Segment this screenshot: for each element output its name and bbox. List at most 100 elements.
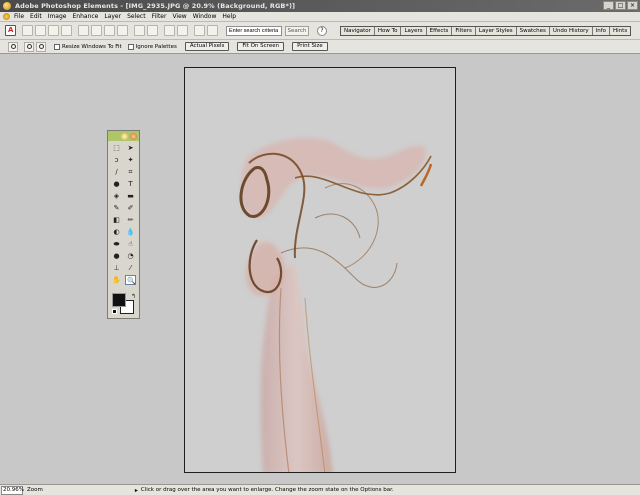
dodge-tool-icon[interactable]: ◔ xyxy=(125,251,136,261)
crop-tool-icon[interactable]: ⌗ xyxy=(125,167,136,177)
default-colors-icon[interactable] xyxy=(112,309,117,314)
menu-filter[interactable]: Filter xyxy=(152,13,167,20)
window-controls: _ □ × xyxy=(603,1,638,10)
tab-filters[interactable]: Filters xyxy=(452,27,476,35)
status-arrow-icon[interactable]: ▸ xyxy=(135,487,138,494)
color-swatches: ↰ xyxy=(112,293,136,315)
tab-info[interactable]: Info xyxy=(592,27,611,35)
options-bar: Resize Windows To Fit Ignore Palettes Ac… xyxy=(0,40,640,54)
move-tool-icon[interactable]: ➤ xyxy=(125,143,136,153)
menu-view[interactable]: View xyxy=(172,13,186,20)
hand-tool-icon[interactable]: ✋ xyxy=(111,275,122,285)
document-icon[interactable] xyxy=(3,13,10,20)
new-file-icon[interactable] xyxy=(22,25,33,36)
menu-image[interactable]: Image xyxy=(48,13,67,20)
red-eye-tool-icon[interactable]: ◐ xyxy=(111,227,122,237)
tab-how-to[interactable]: How To xyxy=(374,27,402,35)
search-button[interactable]: Search xyxy=(285,25,309,36)
impressionist-brush-tool-icon[interactable]: ✐ xyxy=(125,203,136,213)
resize-windows-label: Resize Windows To Fit xyxy=(62,43,122,50)
brush-tool-icon[interactable]: ✎ xyxy=(111,203,122,213)
close-icon[interactable]: × xyxy=(627,1,638,10)
paint-bucket-tool-icon[interactable]: ◈ xyxy=(111,191,122,201)
active-tool-label: Zoom xyxy=(27,487,43,493)
title-bar: Adobe Photoshop Elements - [IMG_2935.JPG… xyxy=(0,0,640,12)
eyedropper-tool-icon[interactable]: ⁄ xyxy=(125,263,136,273)
tab-navigator[interactable]: Navigator xyxy=(341,27,375,35)
toolbox-logo-icon xyxy=(121,132,128,140)
menu-select[interactable]: Select xyxy=(127,13,146,20)
search-input[interactable] xyxy=(226,25,282,36)
magic-wand-tool-icon[interactable]: ✦ xyxy=(125,155,136,165)
print-icon[interactable] xyxy=(104,25,115,36)
actual-pixels-button[interactable]: Actual Pixels xyxy=(184,42,230,51)
restore-icon[interactable]: □ xyxy=(615,1,626,10)
gradient-tool-icon[interactable]: ▬ xyxy=(125,191,136,201)
tab-layer-styles[interactable]: Layer Styles xyxy=(475,27,517,35)
step-backward-icon[interactable] xyxy=(164,25,175,36)
shortcuts-bar: Search ? Navigator How To Layers Effects… xyxy=(0,22,640,40)
menu-help[interactable]: Help xyxy=(222,13,236,20)
import-icon[interactable] xyxy=(61,25,72,36)
ignore-palettes-checkbox[interactable] xyxy=(127,43,134,50)
smudge-tool-icon[interactable]: ☝ xyxy=(125,239,136,249)
help-icon[interactable]: ? xyxy=(317,25,327,36)
window-title: Adobe Photoshop Elements - [IMG_2935.JPG… xyxy=(15,2,296,10)
fit-on-screen-button[interactable]: Fit On Screen xyxy=(237,42,285,51)
smoke-photo xyxy=(239,138,433,472)
selection-brush-tool-icon[interactable]: ∕ xyxy=(111,167,122,177)
tab-swatches[interactable]: Swatches xyxy=(516,27,550,35)
step-forward-icon[interactable] xyxy=(177,25,188,36)
foreground-color-swatch[interactable] xyxy=(112,293,126,307)
open-file-icon[interactable] xyxy=(35,25,46,36)
swap-colors-icon[interactable]: ↰ xyxy=(131,293,136,300)
save-web-icon[interactable] xyxy=(91,25,102,36)
zoom-tool-active-icon[interactable]: 🔍 xyxy=(125,275,136,285)
menu-file[interactable]: File xyxy=(14,13,24,20)
ignore-palettes-label: Ignore Palettes xyxy=(135,43,177,50)
menu-edit[interactable]: Edit xyxy=(30,13,42,20)
attach-email-icon[interactable] xyxy=(134,25,145,36)
tab-hints[interactable]: Hints xyxy=(610,27,631,35)
toolbox-online-icon[interactable] xyxy=(130,132,137,140)
zoom-tool-icon[interactable] xyxy=(8,41,18,52)
zoom-out-icon[interactable] xyxy=(36,41,46,52)
toolbox[interactable]: ⬚ ➤ ↄ ✦ ∕ ⌗ ● T ◈ ▬ ✎ ✐ ◧ ✏ ◐ 💧 ⬬ ☝ ● ◔ … xyxy=(107,130,140,319)
tab-undo-history[interactable]: Undo History xyxy=(549,27,593,35)
lasso-tool-icon[interactable]: ↄ xyxy=(111,155,122,165)
clone-stamp-tool-icon[interactable]: ⊥ xyxy=(111,263,122,273)
blur-tool-icon[interactable]: 💧 xyxy=(125,227,136,237)
resize-windows-checkbox[interactable] xyxy=(54,43,60,50)
menu-enhance[interactable]: Enhance xyxy=(72,13,98,20)
burn-tool-icon[interactable]: ● xyxy=(111,251,122,261)
app-icon[interactable] xyxy=(3,2,11,10)
quick-fix-icon[interactable] xyxy=(194,25,205,36)
photo-bin-icon[interactable] xyxy=(207,25,218,36)
menu-window[interactable]: Window xyxy=(193,13,217,20)
sponge-tool-icon[interactable]: ⬬ xyxy=(111,239,122,249)
browse-icon[interactable] xyxy=(48,25,59,36)
status-message: Click or drag over the area you want to … xyxy=(140,487,394,493)
save-icon[interactable] xyxy=(78,25,89,36)
marquee-tool-icon[interactable]: ⬚ xyxy=(111,143,122,153)
print-preview-icon[interactable] xyxy=(117,25,128,36)
type-tool-icon[interactable]: T xyxy=(125,179,136,189)
adobe-online-icon[interactable] xyxy=(5,25,16,36)
workspace[interactable]: ⬚ ➤ ↄ ✦ ∕ ⌗ ● T ◈ ▬ ✎ ✐ ◧ ✏ ◐ 💧 ⬬ ☝ ● ◔ … xyxy=(0,55,640,483)
ignore-palettes-option[interactable]: Ignore Palettes xyxy=(127,43,177,50)
minimize-icon[interactable]: _ xyxy=(603,1,614,10)
online-services-icon[interactable] xyxy=(147,25,158,36)
document-canvas[interactable] xyxy=(184,67,456,473)
eraser-tool-icon[interactable]: ◧ xyxy=(111,215,122,225)
tab-layers[interactable]: Layers xyxy=(401,27,427,35)
toolbox-header[interactable] xyxy=(108,131,139,141)
tab-effects[interactable]: Effects xyxy=(426,27,453,35)
resize-windows-option[interactable]: Resize Windows To Fit xyxy=(54,43,122,50)
menu-bar: File Edit Image Enhance Layer Select Fil… xyxy=(0,12,640,22)
menu-layer[interactable]: Layer xyxy=(104,13,121,20)
zoom-level-field[interactable]: 20.96% xyxy=(1,485,24,495)
print-size-button[interactable]: Print Size xyxy=(292,42,328,51)
shape-tool-icon[interactable]: ● xyxy=(111,179,122,189)
pencil-tool-icon[interactable]: ✏ xyxy=(125,215,136,225)
zoom-in-icon[interactable] xyxy=(24,41,34,52)
